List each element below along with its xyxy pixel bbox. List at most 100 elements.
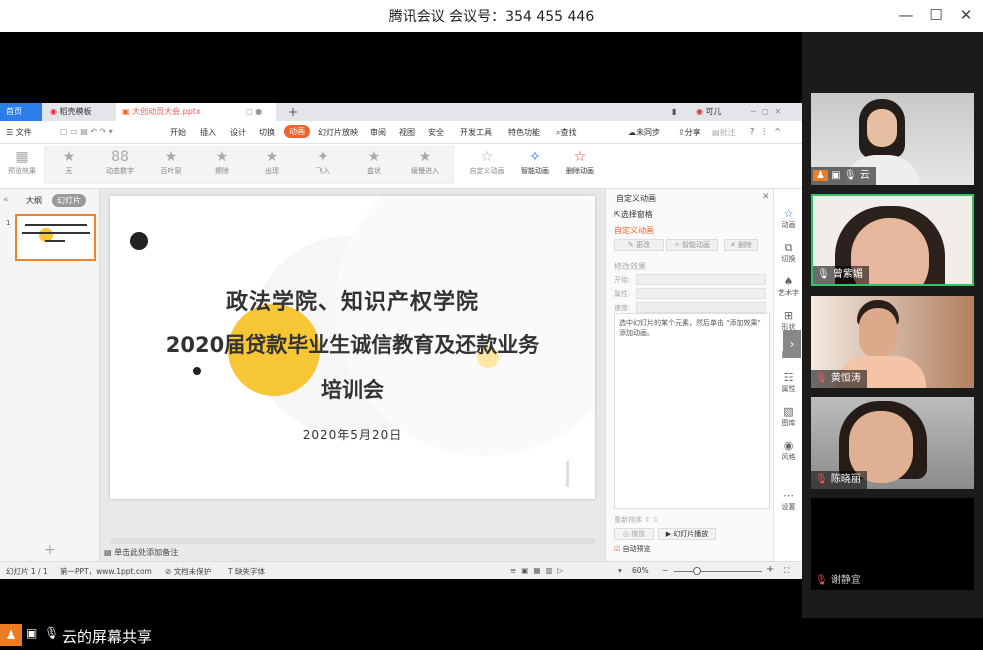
menu-special[interactable]: 特色功能 (508, 127, 540, 138)
animation-list[interactable]: 选中幻灯片的某个元素，然后单击 "添加效果" 添加动画。 (614, 313, 770, 509)
fit-icon[interactable]: ⛶ (784, 566, 789, 576)
maximize-button[interactable]: ☐ (925, 4, 947, 26)
auto-preview-checkbox[interactable]: ☑ 自动预览 (614, 544, 651, 554)
smart-animation-button[interactable]: ✧ 智能动画 (513, 148, 557, 176)
menu-review[interactable]: 审阅 (370, 127, 386, 138)
star-icon: ★ (265, 149, 279, 165)
thumb-number: 1 (6, 219, 11, 227)
notes-area[interactable]: ▤ 单击此处添加备注 (104, 547, 178, 558)
effect-none[interactable]: ★ 无 (47, 148, 91, 176)
search-button[interactable]: ⌕查找 (556, 127, 576, 138)
slide[interactable]: 政法学院、知识产权学院 2020届贷款毕业生诚信教育及还款业务 培训会 2020… (110, 196, 595, 499)
menu-file[interactable]: ☰ 文件 (6, 127, 32, 138)
menu-insert[interactable]: 插入 (200, 127, 216, 138)
menu-dev[interactable]: 开发工具 (460, 127, 492, 138)
tool-property[interactable]: ☷ 属性 (774, 371, 802, 394)
participant-tile[interactable]: ♟ ▣ 🎙 云 (811, 93, 974, 185)
participant-tile-active[interactable]: 🎙 曾紫媚 (811, 194, 974, 286)
tool-gallery[interactable]: ▧ 图库 (774, 405, 802, 428)
menu-view[interactable]: 视图 (399, 127, 415, 138)
sliders-icon: ☷ (783, 371, 794, 384)
avatar[interactable]: ◉ 可儿 (690, 103, 728, 121)
close-button[interactable]: ✕ (955, 4, 977, 26)
smart-animation-small-button[interactable]: ✧ 智能动画 (666, 239, 718, 251)
up-arrow-icon[interactable]: ⇧ (644, 516, 650, 524)
star-icon: ✦ (317, 149, 329, 165)
selection-pane-link[interactable]: ⇱选择窗格 (614, 209, 653, 220)
screen-share-icon: ▣ (26, 626, 38, 640)
tool-animation[interactable]: ☆ 动画 (774, 207, 802, 230)
slide-title-1: 政法学院、知识产权学院 (225, 290, 479, 315)
help-icons[interactable]: ?⋮^ (750, 127, 787, 136)
down-arrow-icon[interactable]: ⇩ (652, 516, 658, 524)
style-icon: ◉ (783, 439, 794, 452)
change-button[interactable]: ✎ 更改 (614, 239, 664, 251)
effect-fly-in[interactable]: ✦ 飞入 (301, 148, 345, 176)
tool-settings[interactable]: ⋯ 设置 (774, 489, 802, 512)
play-button[interactable]: ◎ 播放 (614, 528, 654, 540)
menu-transition[interactable]: 切换 (259, 127, 275, 138)
comment-button[interactable]: ▤批注 (712, 127, 736, 138)
tab-document[interactable]: ▣ 大创动员大会.pptx ◻ ● (116, 103, 276, 121)
expand-toggle-icon[interactable]: › (783, 330, 801, 358)
slideshow-button[interactable]: ▶ 幻灯片播放 (658, 528, 716, 540)
speed-select[interactable] (636, 302, 766, 313)
zoom-slider[interactable] (674, 571, 762, 572)
tab-close-icon[interactable]: ◻ ● (246, 103, 262, 121)
sync-button[interactable]: ☁未同步 (628, 127, 660, 138)
menu-slideshow[interactable]: 幻灯片放映 (318, 127, 358, 138)
tool-shape[interactable]: ⊞ 形状 (774, 309, 802, 332)
pane-close-icon[interactable]: ✕ (762, 192, 770, 202)
minimize-button[interactable]: — (895, 4, 917, 26)
slide-panel: « 大纲 幻灯片 1 + (0, 189, 100, 561)
view-buttons[interactable]: ≡▣▦▥▷ (510, 566, 568, 575)
participant-tile[interactable]: 🎙 陈晓丽 (811, 397, 974, 489)
window-controls[interactable]: ─◻✕ (745, 103, 793, 121)
tool-style[interactable]: ◉ 风格 (774, 439, 802, 462)
menu-animation[interactable]: 动画 (284, 125, 310, 138)
effect-box[interactable]: ★ 盒状 (352, 148, 396, 176)
tool-transition[interactable]: ⧉ 切换 (774, 241, 802, 264)
collapse-icon[interactable]: « (3, 195, 9, 205)
zoom-down-icon[interactable]: ▾ (618, 566, 622, 575)
property-select[interactable] (636, 288, 766, 299)
split-icon[interactable]: ▮ (666, 103, 682, 121)
tab-slides[interactable]: 幻灯片 (52, 194, 86, 207)
tab-outline[interactable]: 大纲 (26, 195, 42, 206)
effect-appear[interactable]: ★ 出现 (250, 148, 294, 176)
effect-dynamic-number[interactable]: 88 动态数字 (98, 148, 142, 176)
menu-security[interactable]: 安全 (428, 127, 444, 138)
zoom-out-icon[interactable]: − (662, 566, 668, 575)
tab-template[interactable]: ◉ 稻壳模板 (44, 103, 114, 121)
preview-button[interactable]: ▦ 预览效果 (0, 148, 44, 176)
effect-slow-in[interactable]: ★ 缓慢进入 (403, 148, 447, 176)
delete-animation-button[interactable]: ☆ 删除动画 (558, 148, 602, 176)
reorder-label: 重新排序 ⇧ ⇩ (614, 516, 659, 524)
doc-protect[interactable]: ⊘ 文档未保护 (165, 566, 211, 577)
effect-wipe[interactable]: ★ 擦除 (200, 148, 244, 176)
menu-start[interactable]: 开始 (170, 127, 186, 138)
custom-animation-button[interactable]: ☆ 自定义动画 (465, 148, 509, 176)
wps-tab-bar: 首页 ◉ 稻壳模板 ▣ 大创动员大会.pptx ◻ ● + ▮ ◉ 可儿 ─◻✕ (0, 103, 802, 121)
participant-tile[interactable]: 🎙 谢静宜 (811, 498, 974, 590)
effect-blinds[interactable]: ★ 百叶窗 (149, 148, 193, 176)
tab-home[interactable]: 首页 (0, 103, 42, 121)
horizontal-scrollbar[interactable] (110, 538, 595, 544)
tool-wordart[interactable]: ♠ 艺术字 (774, 275, 802, 298)
zoom-level[interactable]: 60% (632, 566, 649, 575)
menu-design[interactable]: 设计 (230, 127, 246, 138)
slide-thumbnail[interactable] (15, 214, 96, 261)
quick-access-icons[interactable]: ▢ ▭ ▤ ↶ ↷ ▾ (60, 127, 113, 136)
start-select[interactable] (636, 274, 766, 285)
delete-button[interactable]: ✕ 删除 (724, 239, 758, 251)
shape-icon: ⊞ (783, 309, 794, 322)
black-dot (130, 232, 148, 250)
new-tab-icon[interactable]: + (282, 103, 304, 121)
participant-tile[interactable]: 🎙 黄恒涛 (811, 296, 974, 388)
ppt-icon: ▣ (122, 107, 130, 116)
add-slide-icon[interactable]: + (44, 542, 56, 558)
missing-font[interactable]: T 缺失字体 (228, 566, 265, 577)
zoom-slider-thumb[interactable] (693, 567, 701, 575)
zoom-in-icon[interactable]: + (766, 564, 774, 575)
share-button[interactable]: ⇪分享 (678, 127, 701, 138)
